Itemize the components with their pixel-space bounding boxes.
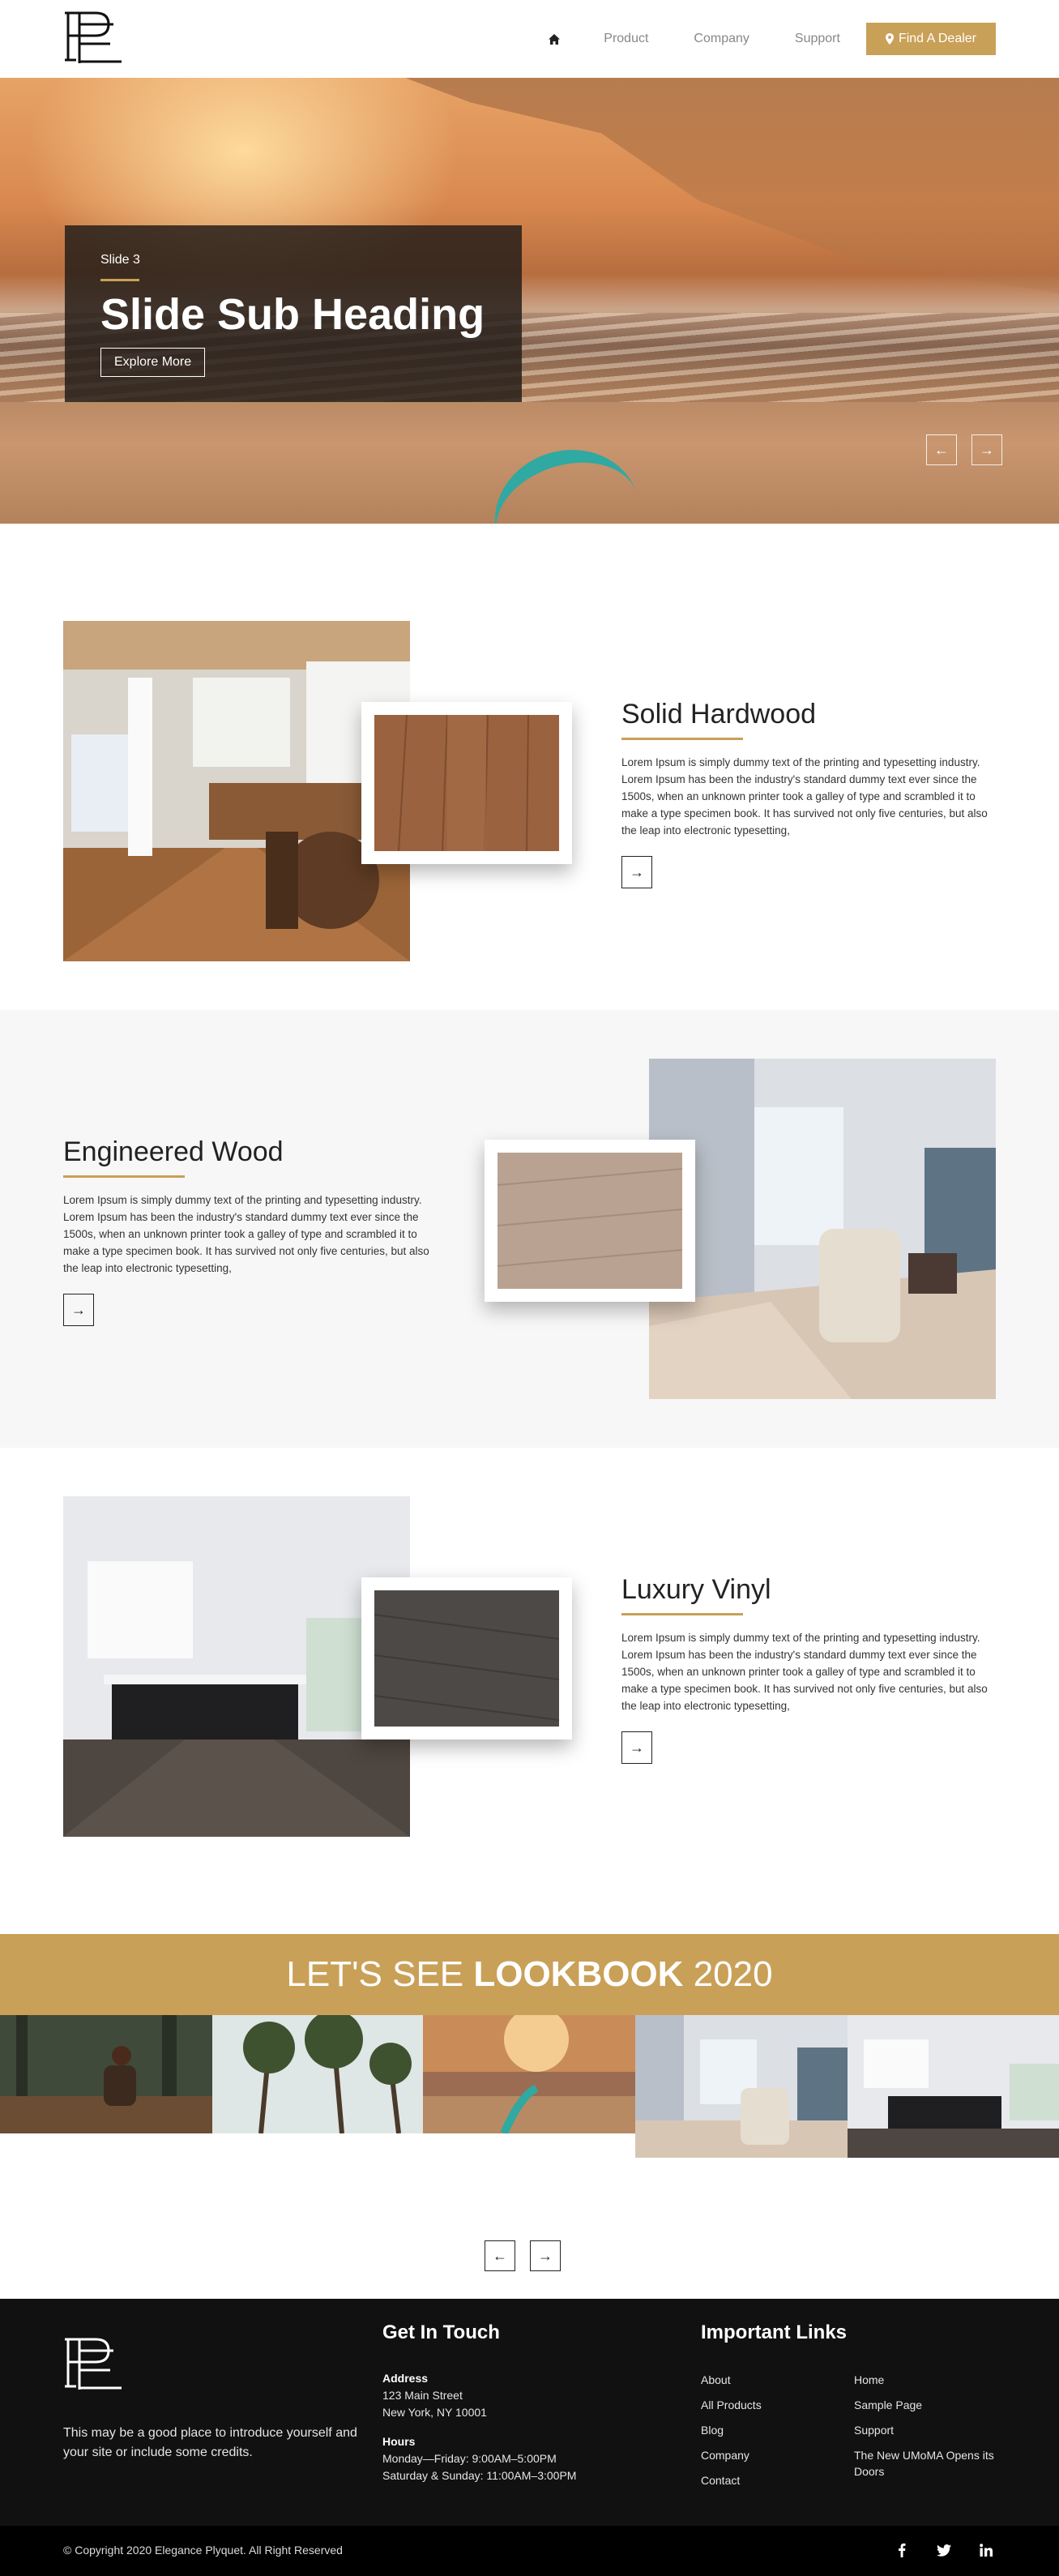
living-room-image [649,1059,996,1399]
footer-link-home[interactable]: Home [854,2372,884,2388]
site-header: Product Company Support Find A Dealer [0,0,1059,78]
engineered-wood-swatch [485,1140,695,1302]
footer-link-sample-page[interactable]: Sample Page [854,2397,922,2413]
product-divider [621,738,743,740]
hero-title: Slide Sub Heading [100,290,485,339]
linkedin-icon[interactable] [976,2540,996,2560]
find-dealer-label: Find A Dealer [898,32,976,45]
footer-link-umoma[interactable]: The New UMoMA Opens its Doors [854,2447,1008,2480]
nav-support[interactable]: Support [772,23,863,55]
product-title: Luxury Vinyl [621,1574,771,1605]
address-label: Address [382,2372,429,2385]
solid-hardwood-arrow-button[interactable]: → [621,856,652,888]
luxury-vinyl-arrow-button[interactable]: → [621,1731,652,1764]
links-heading: Important Links [701,2321,848,2343]
product-divider [63,1175,185,1178]
product-divider [621,1613,743,1615]
solid-hardwood-swatch [361,702,572,864]
lookbook-suffix: 2020 [683,1954,773,1994]
hero-prev-button[interactable]: ← [926,434,957,465]
lookbook-gallery [0,2015,1059,2158]
hero-next-button[interactable]: → [971,434,1002,465]
home-icon [549,33,561,45]
footer-link-about[interactable]: About [701,2372,731,2388]
map-pin-icon [885,33,894,45]
kitchen-image [63,621,410,961]
lookbook-heading: LET'S SEE LOOKBOOK 2020 [0,1934,1059,2015]
site-footer: This may be a good place to introduce yo… [0,2299,1059,2526]
social-links [892,2540,996,2560]
footer-intro: This may be a good place to introduce yo… [63,2426,357,2459]
explore-more-button[interactable]: Explore More [100,348,206,377]
hours-label: Hours [382,2435,416,2448]
gallery-image-kitchen[interactable] [848,2015,1059,2158]
product-title: Engineered Wood [63,1136,284,1167]
engineered-texture [497,1153,683,1289]
main-nav: Product Company Support Find A Dealer [527,23,996,55]
hero-arrows: ← → [926,434,1002,465]
site-logo[interactable] [63,10,125,66]
gallery-image-palms[interactable] [212,2015,423,2133]
product-description: Lorem Ipsum is simply dummy text of the … [621,1632,988,1712]
hours-line-2: Saturday & Sunday: 11:00AM–3:00PM [382,2469,577,2482]
address-line-2: New York, NY 10001 [382,2406,487,2419]
footer-link-blog[interactable]: Blog [701,2422,724,2438]
hardwood-texture [374,714,559,852]
gallery-image-living-room[interactable] [635,2015,848,2158]
twitter-icon[interactable] [934,2540,954,2560]
gallery-prev-button[interactable]: ← [485,2240,515,2271]
nav-product[interactable]: Product [581,23,671,55]
vinyl-texture [374,1590,560,1727]
address-line-1: 123 Main Street [382,2389,463,2402]
kitchen-photo [63,621,410,961]
product-title: Solid Hardwood [621,699,817,730]
engineered-wood-arrow-button[interactable]: → [63,1294,94,1326]
hours-line-1: Monday—Friday: 9:00AM–5:00PM [382,2452,557,2465]
slide-label: Slide 3 [100,253,140,267]
nav-company[interactable]: Company [671,23,771,55]
luxury-vinyl-swatch [361,1577,572,1739]
dark-kitchen-photo [63,1496,410,1837]
hero-image-surfboard [477,431,657,524]
copyright-bar: © Copyright 2020 Elegance Plyquet. All R… [0,2526,1059,2576]
gallery-image-forest[interactable] [0,2015,212,2133]
slide-divider [100,279,139,281]
hero-caption-card: Slide 3 Slide Sub Heading Explore More [65,225,522,402]
footer-link-all-products[interactable]: All Products [701,2397,762,2413]
living-room-photo [649,1059,996,1399]
dark-kitchen-image [63,1496,410,1837]
hero-slider: Slide 3 Slide Sub Heading Explore More ←… [0,78,1059,524]
product-luxury-vinyl: Luxury Vinyl Lorem Ipsum is simply dummy… [0,1448,1059,1934]
copyright-text: © Copyright 2020 Elegance Plyquet. All R… [63,2544,343,2557]
logo-monogram-icon [65,2338,122,2390]
logo-monogram-icon [65,11,122,63]
product-engineered-wood: Engineered Wood Lorem Ipsum is simply du… [0,1010,1059,1448]
footer-link-company[interactable]: Company [701,2447,749,2463]
footer-link-contact[interactable]: Contact [701,2472,740,2488]
lookbook-prefix: LET'S SEE [286,1954,474,1994]
gallery-image-beach[interactable] [423,2015,635,2133]
gallery-next-button[interactable]: → [530,2240,561,2271]
find-dealer-button[interactable]: Find A Dealer [865,23,996,55]
facebook-icon[interactable] [892,2540,912,2560]
contact-heading: Get In Touch [382,2321,500,2343]
footer-logo[interactable] [63,2336,125,2393]
lookbook-bold: LOOKBOOK [473,1954,684,1994]
product-description: Lorem Ipsum is simply dummy text of the … [63,1194,429,1274]
product-description: Lorem Ipsum is simply dummy text of the … [621,756,988,837]
nav-home[interactable] [527,23,581,55]
footer-link-support[interactable]: Support [854,2422,894,2438]
gallery-arrows: ← → [485,2240,561,2271]
product-solid-hardwood: Solid Hardwood Lorem Ipsum is simply dum… [0,524,1059,1010]
